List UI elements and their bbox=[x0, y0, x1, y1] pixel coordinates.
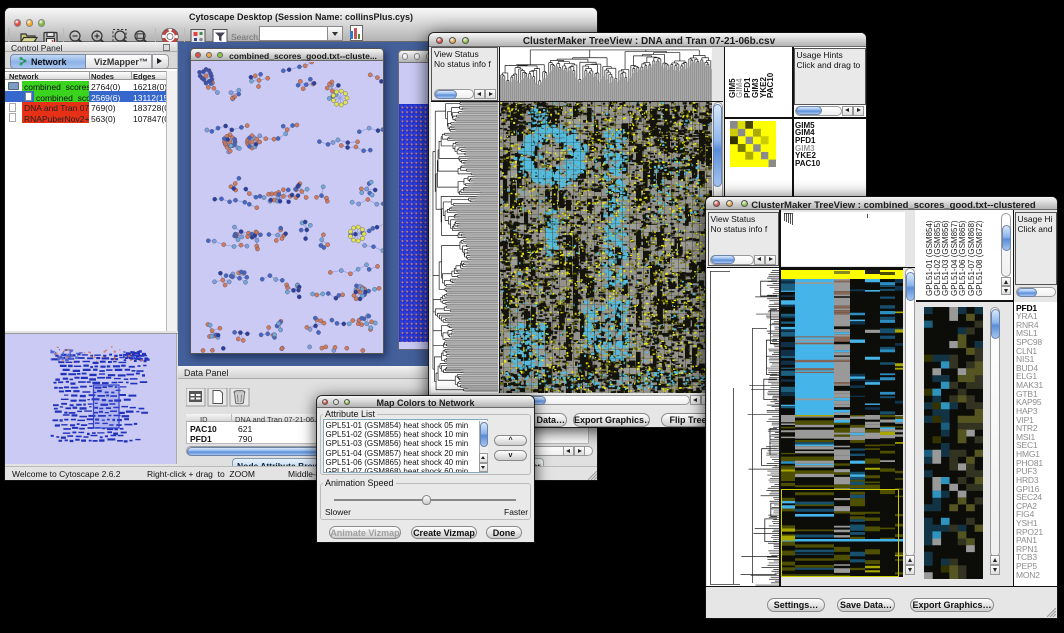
svg-text:Search:: Search: bbox=[231, 32, 260, 42]
